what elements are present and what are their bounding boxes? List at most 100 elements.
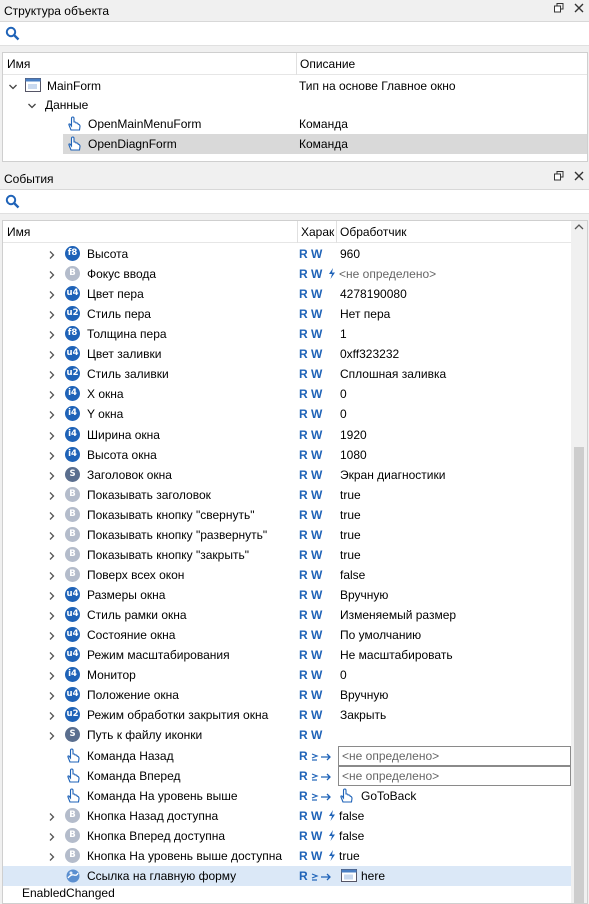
- handler-value[interactable]: true: [340, 528, 361, 542]
- tree-row-data[interactable]: Данные: [3, 95, 587, 115]
- handler-value[interactable]: Закрыть: [340, 708, 386, 722]
- event-row[interactable]: u4 Размеры окна R W Вручную: [3, 585, 587, 605]
- event-row[interactable]: i4 Ширина окна R W 1920: [3, 425, 587, 445]
- chevron-down-icon[interactable]: [8, 82, 18, 92]
- chevron-right-icon[interactable]: [47, 650, 57, 664]
- chevron-right-icon[interactable]: [47, 470, 57, 484]
- event-row[interactable]: f8 Толщина пера R W 1: [3, 324, 587, 344]
- chevron-right-icon[interactable]: [47, 730, 57, 744]
- close-icon[interactable]: [573, 3, 585, 16]
- events-scrollbar[interactable]: [571, 221, 587, 903]
- chevron-right-icon[interactable]: [47, 670, 57, 684]
- handler-value[interactable]: true: [340, 508, 361, 522]
- event-row[interactable]: Команда Назад R <не определено>: [3, 745, 587, 766]
- column-name-header[interactable]: Имя: [7, 57, 30, 71]
- event-row[interactable]: B Показывать кнопку "свернуть" R W true: [3, 505, 587, 525]
- event-row[interactable]: B Показывать кнопку "закрыть" R W true: [3, 545, 587, 565]
- handler-value[interactable]: Экран диагностики: [340, 468, 445, 482]
- chevron-right-icon[interactable]: [47, 710, 57, 724]
- close-icon[interactable]: [573, 171, 585, 184]
- handler-value[interactable]: По умолчанию: [340, 628, 421, 642]
- chevron-right-icon[interactable]: [47, 570, 57, 584]
- chevron-right-icon[interactable]: [47, 851, 57, 865]
- column-handler-header[interactable]: Обработчик: [340, 225, 407, 239]
- chevron-right-icon[interactable]: [47, 550, 57, 564]
- tree-row-opendiagnform[interactable]: OpenDiagnForm Команда: [63, 134, 587, 154]
- handler-value[interactable]: 1: [340, 327, 347, 341]
- column-name-header[interactable]: Имя: [7, 225, 30, 239]
- chevron-right-icon[interactable]: [47, 530, 57, 544]
- handler-value[interactable]: Нет пера: [340, 307, 390, 321]
- chevron-right-icon[interactable]: [47, 510, 57, 524]
- column-description-header[interactable]: Описание: [300, 57, 355, 71]
- event-row[interactable]: i4 X окна R W 0: [3, 384, 587, 404]
- tree-row-openmainmenuform[interactable]: OpenMainMenuForm Команда: [3, 114, 587, 134]
- event-row[interactable]: Команда На уровень выше R GoToBack: [3, 786, 587, 806]
- column-chars-header[interactable]: Харак: [301, 225, 334, 239]
- handler-value[interactable]: false: [339, 829, 364, 843]
- structure-search-input[interactable]: [24, 24, 580, 42]
- handler-value[interactable]: 4278190080: [340, 287, 407, 301]
- chevron-right-icon[interactable]: [47, 811, 57, 825]
- event-row[interactable]: f8 Высота R W 960: [3, 244, 587, 264]
- event-row[interactable]: u4 Режим масштабирования R W Не масштабиров…: [3, 645, 587, 665]
- event-row[interactable]: Ссылка на главную форму Rhere: [3, 865, 587, 886]
- scrollbar-thumb[interactable]: [574, 447, 584, 903]
- handler-value[interactable]: true: [339, 849, 360, 863]
- scroll-up-icon[interactable]: [574, 223, 584, 233]
- handler-field[interactable]: <не определено>: [338, 765, 571, 786]
- event-row[interactable]: u4 Состояние окна R W По умолчанию: [3, 625, 587, 645]
- events-search-input[interactable]: [24, 192, 580, 210]
- restore-icon[interactable]: [553, 171, 565, 184]
- chevron-right-icon[interactable]: [47, 309, 57, 323]
- chevron-down-icon[interactable]: [27, 101, 37, 111]
- handler-value[interactable]: 0: [340, 668, 347, 682]
- chevron-right-icon[interactable]: [47, 269, 57, 283]
- handler-value[interactable]: GoToBack: [361, 789, 416, 803]
- event-row[interactable]: B Показывать кнопку "развернуть" R W true: [3, 525, 587, 545]
- handler-value[interactable]: 960: [340, 247, 360, 261]
- event-row[interactable]: B Кнопка На уровень выше доступна R W true: [3, 846, 587, 866]
- chevron-right-icon[interactable]: [47, 409, 57, 423]
- handler-value[interactable]: true: [340, 488, 361, 502]
- chevron-right-icon[interactable]: [47, 590, 57, 604]
- event-row[interactable]: u4 Положение окна R W Вручную: [3, 685, 587, 705]
- chevron-right-icon[interactable]: [47, 490, 57, 504]
- event-row[interactable]: u2 Стиль пера R W Нет пера: [3, 304, 587, 324]
- event-row[interactable]: i4 Высота окна R W 1080: [3, 445, 587, 465]
- event-row[interactable]: u4 Цвет заливки R W 0xff323232: [3, 344, 587, 364]
- event-row[interactable]: u4 Цвет пера R W 4278190080: [3, 284, 587, 304]
- chevron-right-icon[interactable]: [47, 349, 57, 363]
- event-row[interactable]: u2 Режим обработки закрытия окна R W Закрыт…: [3, 705, 587, 725]
- chevron-right-icon[interactable]: [47, 369, 57, 383]
- chevron-right-icon[interactable]: [47, 610, 57, 624]
- chevron-right-icon[interactable]: [47, 831, 57, 845]
- handler-value[interactable]: 1920: [340, 428, 367, 442]
- event-row[interactable]: B Кнопка Назад доступна R W false: [3, 806, 587, 826]
- event-row[interactable]: u4 Стиль рамки окна R W Изменяемый размер: [3, 605, 587, 625]
- chevron-right-icon[interactable]: [47, 630, 57, 644]
- chevron-right-icon[interactable]: [47, 329, 57, 343]
- handler-value[interactable]: 0: [340, 407, 347, 421]
- handler-value[interactable]: 1080: [340, 448, 367, 462]
- event-row[interactable]: u2 Стиль заливки R W Сплошная заливка: [3, 364, 587, 384]
- handler-value[interactable]: Не масштабировать: [340, 648, 453, 662]
- event-row[interactable]: B Кнопка Вперед доступна R W false: [3, 826, 587, 846]
- event-row[interactable]: B Поверх всех окон R W false: [3, 565, 587, 585]
- handler-field[interactable]: <не определено>: [338, 745, 571, 766]
- handler-value[interactable]: 0: [340, 387, 347, 401]
- handler-value[interactable]: <не определено>: [339, 267, 436, 281]
- chevron-right-icon[interactable]: [47, 450, 57, 464]
- handler-value[interactable]: Сплошная заливка: [340, 367, 446, 381]
- tree-row-mainform[interactable]: MainForm Тип на основе Главное окно: [3, 76, 587, 96]
- chevron-right-icon[interactable]: [47, 690, 57, 704]
- handler-value[interactable]: Изменяемый размер: [340, 608, 456, 622]
- chevron-right-icon[interactable]: [47, 249, 57, 263]
- chevron-right-icon[interactable]: [47, 430, 57, 444]
- event-row[interactable]: S Путь к файлу иконки R W: [3, 725, 587, 745]
- event-row[interactable]: i4 Монитор R W 0: [3, 665, 587, 685]
- handler-value[interactable]: false: [340, 568, 365, 582]
- restore-icon[interactable]: [553, 3, 565, 16]
- chevron-right-icon[interactable]: [47, 389, 57, 403]
- event-row[interactable]: Команда Вперед R <не определено>: [3, 765, 587, 786]
